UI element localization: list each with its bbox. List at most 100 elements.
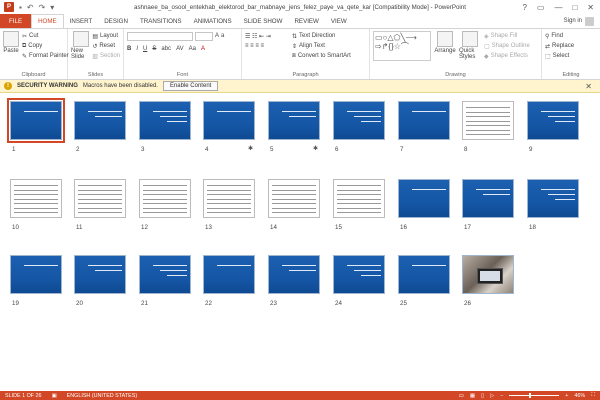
- underline-button[interactable]: U: [143, 46, 147, 52]
- align-buttons[interactable]: ≡ ≡ ≡ ≡: [245, 41, 289, 51]
- change-case-button[interactable]: Aa: [189, 46, 196, 52]
- slide-thumbnail[interactable]: [333, 255, 385, 294]
- align-text-button[interactable]: ⇕ Align Text: [292, 41, 351, 51]
- minimize-icon[interactable]: —: [554, 3, 562, 12]
- section-button[interactable]: ▥ Section: [92, 51, 120, 61]
- shadow-button[interactable]: abc: [161, 46, 171, 52]
- zoom-out-icon[interactable]: −: [500, 393, 503, 399]
- save-icon[interactable]: ▪: [19, 3, 22, 12]
- shape-outline-button[interactable]: ▢ Shape Outline: [484, 41, 530, 51]
- shape-fill-button[interactable]: ◈ Shape Fill: [484, 31, 530, 41]
- tab-design[interactable]: DESIGN: [98, 14, 134, 28]
- language-indicator[interactable]: ENGLISH (UNITED STATES): [67, 393, 137, 399]
- select-button[interactable]: ⬚ Select: [545, 51, 597, 61]
- slide-thumbnail[interactable]: [7, 98, 65, 143]
- slideshow-icon[interactable]: ▷: [490, 393, 494, 399]
- convert-smartart-button[interactable]: ⧈ Convert to SmartArt: [292, 51, 351, 61]
- normal-view-icon[interactable]: ▭: [459, 393, 464, 399]
- tab-file[interactable]: FILE: [0, 14, 32, 28]
- tab-animations[interactable]: ANIMATIONS: [188, 14, 238, 28]
- clipboard-group: Paste ✂ Cut ⧉ Copy ✎ Format Painter Clipboa…: [0, 29, 69, 79]
- slide-thumbnail[interactable]: [74, 101, 126, 140]
- strikethrough-button[interactable]: S: [152, 46, 156, 52]
- shrink-font-icon[interactable]: a: [221, 33, 224, 39]
- slide-thumbnail[interactable]: [203, 255, 255, 294]
- font-color-button[interactable]: A: [201, 46, 205, 52]
- tab-slide-show[interactable]: SLIDE SHOW: [238, 14, 289, 28]
- slide-thumbnail[interactable]: [527, 101, 579, 140]
- list-buttons[interactable]: ☰ ☷ ⇤ ⇥: [245, 31, 289, 41]
- text-direction-icon: ⇅: [292, 33, 298, 40]
- quick-styles-button[interactable]: Quick Styles: [459, 31, 481, 77]
- slide-thumbnail[interactable]: [139, 179, 191, 218]
- slide-thumbnail[interactable]: [398, 101, 450, 140]
- grow-font-icon[interactable]: A: [215, 33, 219, 39]
- replace-icon: ⇄: [545, 43, 551, 50]
- reset-button[interactable]: ↺ Reset: [92, 41, 120, 51]
- copy-button[interactable]: ⧉ Copy: [22, 41, 69, 51]
- slide-thumbnail[interactable]: [10, 179, 62, 218]
- slide-text-line: [88, 265, 122, 266]
- slide-thumbnail[interactable]: [333, 179, 385, 218]
- help-icon[interactable]: ?: [522, 3, 526, 12]
- powerpoint-app-icon[interactable]: P: [4, 2, 14, 12]
- fit-slide-icon[interactable]: ⛶: [591, 392, 595, 399]
- slide-thumbnail[interactable]: [139, 255, 191, 294]
- ribbon-display-icon[interactable]: ▭: [537, 3, 545, 12]
- animation-star-icon[interactable]: ✱: [248, 145, 253, 152]
- shapes-gallery[interactable]: ▭○△⬠╲⟶ ⇨↱{}☆⌒: [373, 31, 431, 61]
- new-slide-button[interactable]: New Slide: [71, 31, 90, 77]
- slide-thumbnail[interactable]: [139, 101, 191, 140]
- slide-thumbnail[interactable]: [527, 179, 579, 218]
- format-painter-button[interactable]: ✎ Format Painter: [22, 51, 69, 61]
- slide-thumbnail[interactable]: [462, 101, 514, 140]
- paste-button[interactable]: Paste: [3, 31, 19, 77]
- text-direction-button[interactable]: ⇅ Text Direction: [292, 31, 351, 41]
- slide-thumbnail[interactable]: [203, 101, 255, 140]
- slide-thumbnail[interactable]: [462, 255, 514, 294]
- slide-thumbnail[interactable]: [398, 179, 450, 218]
- tab-insert[interactable]: INSERT: [64, 14, 99, 28]
- redo-icon[interactable]: ↷: [39, 3, 46, 12]
- tab-transitions[interactable]: TRANSITIONS: [134, 14, 188, 28]
- undo-icon[interactable]: ↶: [27, 3, 34, 12]
- shape-effects-button[interactable]: ◆ Shape Effects: [484, 51, 530, 61]
- char-spacing-button[interactable]: AV: [176, 46, 184, 52]
- customize-icon[interactable]: ▾: [50, 3, 54, 12]
- slide-thumbnail[interactable]: [462, 179, 514, 218]
- enable-content-button[interactable]: Enable Content: [162, 81, 219, 91]
- slide-thumbnail[interactable]: [10, 255, 62, 294]
- tab-review[interactable]: REVIEW: [288, 14, 324, 28]
- zoom-in-icon[interactable]: +: [565, 393, 568, 399]
- replace-button[interactable]: ⇄ Replace: [545, 41, 597, 51]
- spelling-icon[interactable]: ▣: [52, 393, 57, 399]
- sign-in[interactable]: Sign in: [564, 14, 600, 28]
- close-icon[interactable]: ✕: [585, 82, 600, 91]
- maximize-icon[interactable]: □: [572, 3, 577, 12]
- slide-thumbnail[interactable]: [268, 101, 320, 140]
- arrange-button[interactable]: Arrange: [434, 31, 456, 77]
- zoom-slider[interactable]: [509, 393, 560, 398]
- tab-view[interactable]: VIEW: [325, 14, 353, 28]
- slide-thumbnail[interactable]: [398, 255, 450, 294]
- font-name-box[interactable]: [127, 31, 193, 41]
- slide-sorter-icon[interactable]: ▦: [470, 393, 475, 399]
- slide-thumbnail[interactable]: [74, 179, 126, 218]
- slide-thumbnail[interactable]: [203, 179, 255, 218]
- zoom-level[interactable]: 46%: [574, 393, 585, 399]
- bold-button[interactable]: B: [127, 46, 131, 52]
- font-size-box[interactable]: [195, 31, 213, 41]
- slide-thumbnail[interactable]: [268, 179, 320, 218]
- close-icon[interactable]: ✕: [587, 3, 594, 12]
- slide-thumbnail[interactable]: [74, 255, 126, 294]
- italic-button[interactable]: I: [136, 46, 138, 52]
- slide-thumbnail[interactable]: [333, 101, 385, 140]
- animation-star-icon[interactable]: ✱: [313, 145, 318, 152]
- slide-text-line: [354, 270, 381, 271]
- find-button[interactable]: ⚲ Find: [545, 31, 597, 41]
- slide-thumbnail[interactable]: [268, 255, 320, 294]
- layout-button[interactable]: ▤ Layout: [92, 31, 120, 41]
- cut-button[interactable]: ✂ Cut: [22, 31, 69, 41]
- tab-home[interactable]: HOME: [31, 14, 64, 28]
- reading-view-icon[interactable]: ▯: [481, 393, 484, 399]
